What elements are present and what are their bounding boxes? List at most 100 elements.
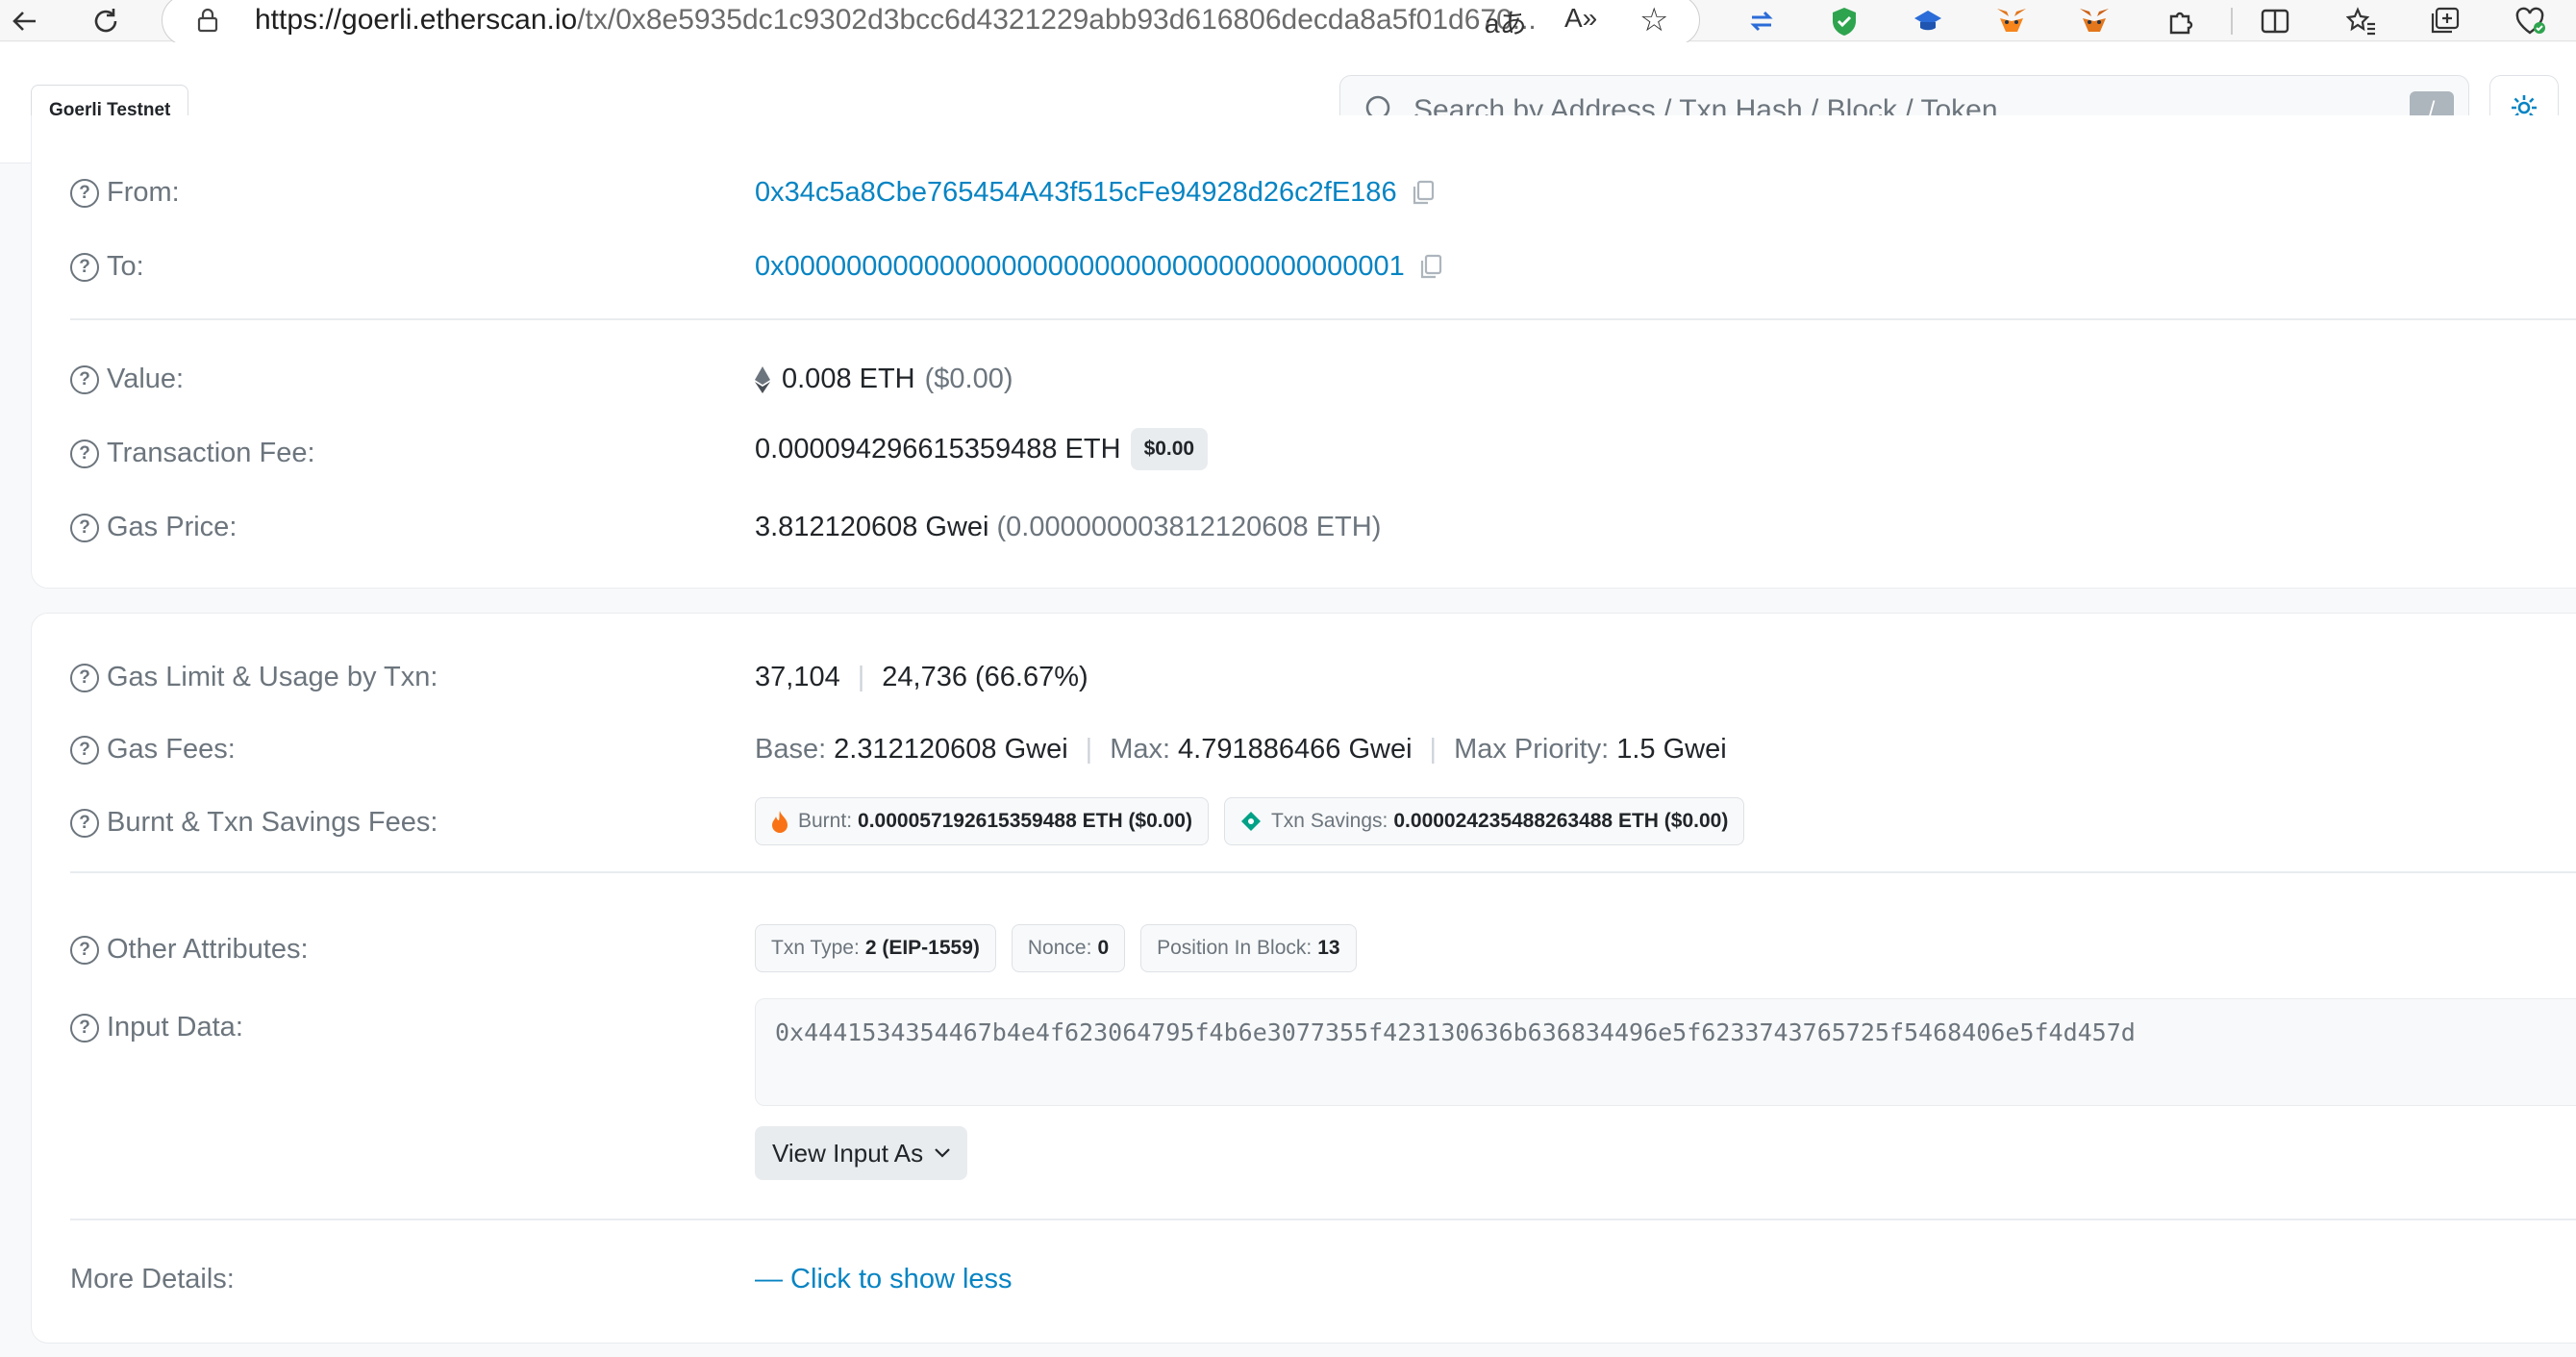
refresh-icon[interactable] — [87, 2, 125, 40]
input-data-textarea[interactable]: 0x4441534354467b4e4f623064795f4b6e307735… — [755, 998, 2576, 1106]
max-priority-label: Max Priority: — [1454, 734, 1610, 765]
nonce-chip: Nonce: 0 — [1011, 924, 1126, 972]
collections-icon[interactable] — [2425, 2, 2463, 40]
gas-limit: 37,104 — [755, 662, 840, 692]
browser-essentials-heart-icon[interactable] — [2512, 2, 2550, 40]
burnt-chip-value: 0.000057192615359488 ETH ($0.00) — [858, 810, 1192, 832]
from-address-link[interactable]: 0x34c5a8Cbe765454A43f515cFe94928d26c2fE1… — [755, 177, 1397, 209]
transaction-fee-label: ? Transaction Fee: — [70, 438, 315, 469]
txn-type-chip: Txn Type: 2 (EIP-1559) — [755, 924, 996, 972]
view-input-as-label: View Input As — [772, 1138, 924, 1168]
separator: | — [857, 662, 865, 692]
chevron-down-icon — [935, 1148, 950, 1158]
position-in-block-chip: Position In Block: 13 — [1140, 924, 1357, 972]
burnt-chip-label: Burnt: — [798, 810, 853, 832]
gas-price-label: ? Gas Price: — [70, 512, 237, 543]
fee-usd-badge: $0.00 — [1130, 428, 1209, 470]
max-fee-label: Max: — [1110, 734, 1171, 765]
lock-icon[interactable] — [197, 8, 218, 38]
burnt-fee-chip: Burnt: 0.000057192615359488 ETH ($0.00) — [755, 797, 1209, 845]
help-circle-icon[interactable]: ? — [70, 252, 99, 282]
to-label: ? To: — [70, 251, 144, 283]
section-divider — [70, 318, 2576, 320]
browser-toolbar: https://goerli.etherscan.io/tx/0x8e5935d… — [0, 0, 2576, 46]
txn-type-value: 2 (EIP-1559) — [864, 937, 980, 959]
copy-icon[interactable] — [1411, 180, 1436, 207]
position-value: 13 — [1317, 937, 1340, 959]
value-amount: 0.008 ETH ($0.00) — [755, 364, 1013, 395]
value-label: ? Value: — [70, 364, 184, 395]
nonce-value: 0 — [1097, 937, 1110, 959]
help-circle-icon[interactable]: ? — [70, 513, 99, 542]
toolbar-divider — [2231, 8, 2233, 35]
from-label: ? From: — [70, 177, 180, 209]
back-arrow-icon[interactable] — [6, 2, 44, 40]
overview-card: ? From: 0x34c5a8Cbe765454A43f515cFe94928d… — [31, 115, 2576, 589]
gas-limit-label: ? Gas Limit & Usage by Txn: — [70, 662, 438, 693]
extensions-puzzle-icon[interactable] — [2162, 2, 2200, 40]
copy-icon[interactable] — [1418, 254, 1443, 281]
show-less-link[interactable]: — Click to show less — [755, 1264, 1013, 1295]
savings-chip-label: Txn Savings: — [1270, 810, 1388, 832]
other-attributes-value: Txn Type: 2 (EIP-1559) Nonce: 0 Position… — [755, 924, 1372, 972]
more-details-label: More Details: — [70, 1264, 235, 1294]
gas-fees-value: Base: 2.312120608 Gwei | Max: 4.79188646… — [755, 734, 1727, 766]
input-data-hex: 0x4441534354467b4e4f623064795f4b6e307735… — [775, 1018, 2136, 1046]
details-card: ? Gas Limit & Usage by Txn: 37,104 | 24,7… — [31, 613, 2576, 1344]
ethereum-icon — [755, 365, 770, 393]
gas-price-eth: (0.000000003812120608 ETH) — [996, 512, 1382, 542]
section-divider — [70, 1219, 2576, 1220]
value-usd: ($0.00) — [924, 364, 1013, 394]
help-circle-icon[interactable]: ? — [70, 935, 99, 965]
help-circle-icon[interactable]: ? — [70, 439, 99, 468]
base-fee-label: Base: — [755, 734, 827, 765]
fire-icon — [771, 810, 788, 833]
view-input-as-button[interactable]: View Input As — [755, 1126, 968, 1180]
value-eth: 0.008 ETH — [782, 364, 915, 394]
fee-eth: 0.000094296615359488 ETH — [755, 433, 1121, 465]
burnt-savings-label: ? Burnt & Txn Savings Fees: — [70, 807, 438, 839]
shield-extension-icon[interactable] — [1825, 2, 1863, 40]
help-circle-icon[interactable]: ? — [70, 663, 99, 692]
input-data-label: ? Input Data: — [70, 1012, 243, 1043]
help-circle-icon[interactable]: ? — [70, 178, 99, 208]
gas-limit-value: 37,104 | 24,736 (66.67%) — [755, 662, 1088, 693]
max-fee-value: 4.791886466 Gwei — [1178, 734, 1413, 765]
gas-fees-label: ? Gas Fees: — [70, 734, 236, 766]
metamask-fox-flask-icon[interactable] — [2075, 2, 2113, 40]
favorite-star-icon[interactable]: ☆ — [1639, 1, 1668, 39]
graduation-cap-icon[interactable] — [1909, 2, 1947, 40]
help-circle-icon[interactable]: ? — [70, 1013, 99, 1043]
separator: | — [1085, 734, 1093, 765]
to-value: 0x00000000000000000000000000000000000000… — [755, 251, 1443, 283]
metamask-fox-icon[interactable] — [1992, 2, 2031, 40]
address-bar[interactable]: https://goerli.etherscan.io/tx/0x8e5935d… — [162, 0, 1700, 46]
split-screen-icon[interactable] — [2256, 2, 2294, 40]
favorites-list-icon[interactable] — [2342, 2, 2381, 40]
transaction-fee-value: 0.000094296615359488 ETH $0.00 — [755, 428, 1209, 470]
other-attributes-label: ? Other Attributes: — [70, 934, 309, 966]
to-address-link[interactable]: 0x00000000000000000000000000000000000000… — [755, 251, 1405, 283]
nonce-label: Nonce: — [1027, 937, 1092, 959]
translate-icon[interactable]: aあ — [1485, 3, 1527, 41]
gas-price-gwei: 3.812120608 Gwei — [755, 512, 989, 542]
help-circle-icon[interactable]: ? — [70, 735, 99, 765]
txn-type-label: Txn Type: — [771, 937, 860, 959]
burnt-savings-value: Burnt: 0.000057192615359488 ETH ($0.00) … — [755, 797, 1760, 845]
help-circle-icon[interactable]: ? — [70, 364, 99, 394]
url-text: https://goerli.etherscan.io/tx/0x8e5935d… — [255, 4, 1537, 36]
txn-savings-chip: Txn Savings: 0.000024235488263488 ETH ($… — [1223, 797, 1745, 845]
separator: | — [1429, 734, 1438, 765]
position-label: Position In Block: — [1157, 937, 1313, 959]
savings-chip-value: 0.000024235488263488 ETH ($0.00) — [1393, 810, 1729, 832]
extension-repeat-icon[interactable] — [1742, 2, 1781, 40]
read-aloud-icon[interactable]: A» — [1564, 3, 1597, 34]
gas-used: 24,736 (66.67%) — [882, 662, 1088, 692]
savings-tag-icon — [1240, 811, 1262, 832]
max-priority-value: 1.5 Gwei — [1616, 734, 1727, 765]
gas-price-value: 3.812120608 Gwei (0.000000003812120608 E… — [755, 512, 1381, 543]
from-value: 0x34c5a8Cbe765454A43f515cFe94928d26c2fE1… — [755, 177, 1436, 209]
base-fee-value: 2.312120608 Gwei — [834, 734, 1068, 765]
help-circle-icon[interactable]: ? — [70, 808, 99, 838]
section-divider — [70, 871, 2576, 873]
